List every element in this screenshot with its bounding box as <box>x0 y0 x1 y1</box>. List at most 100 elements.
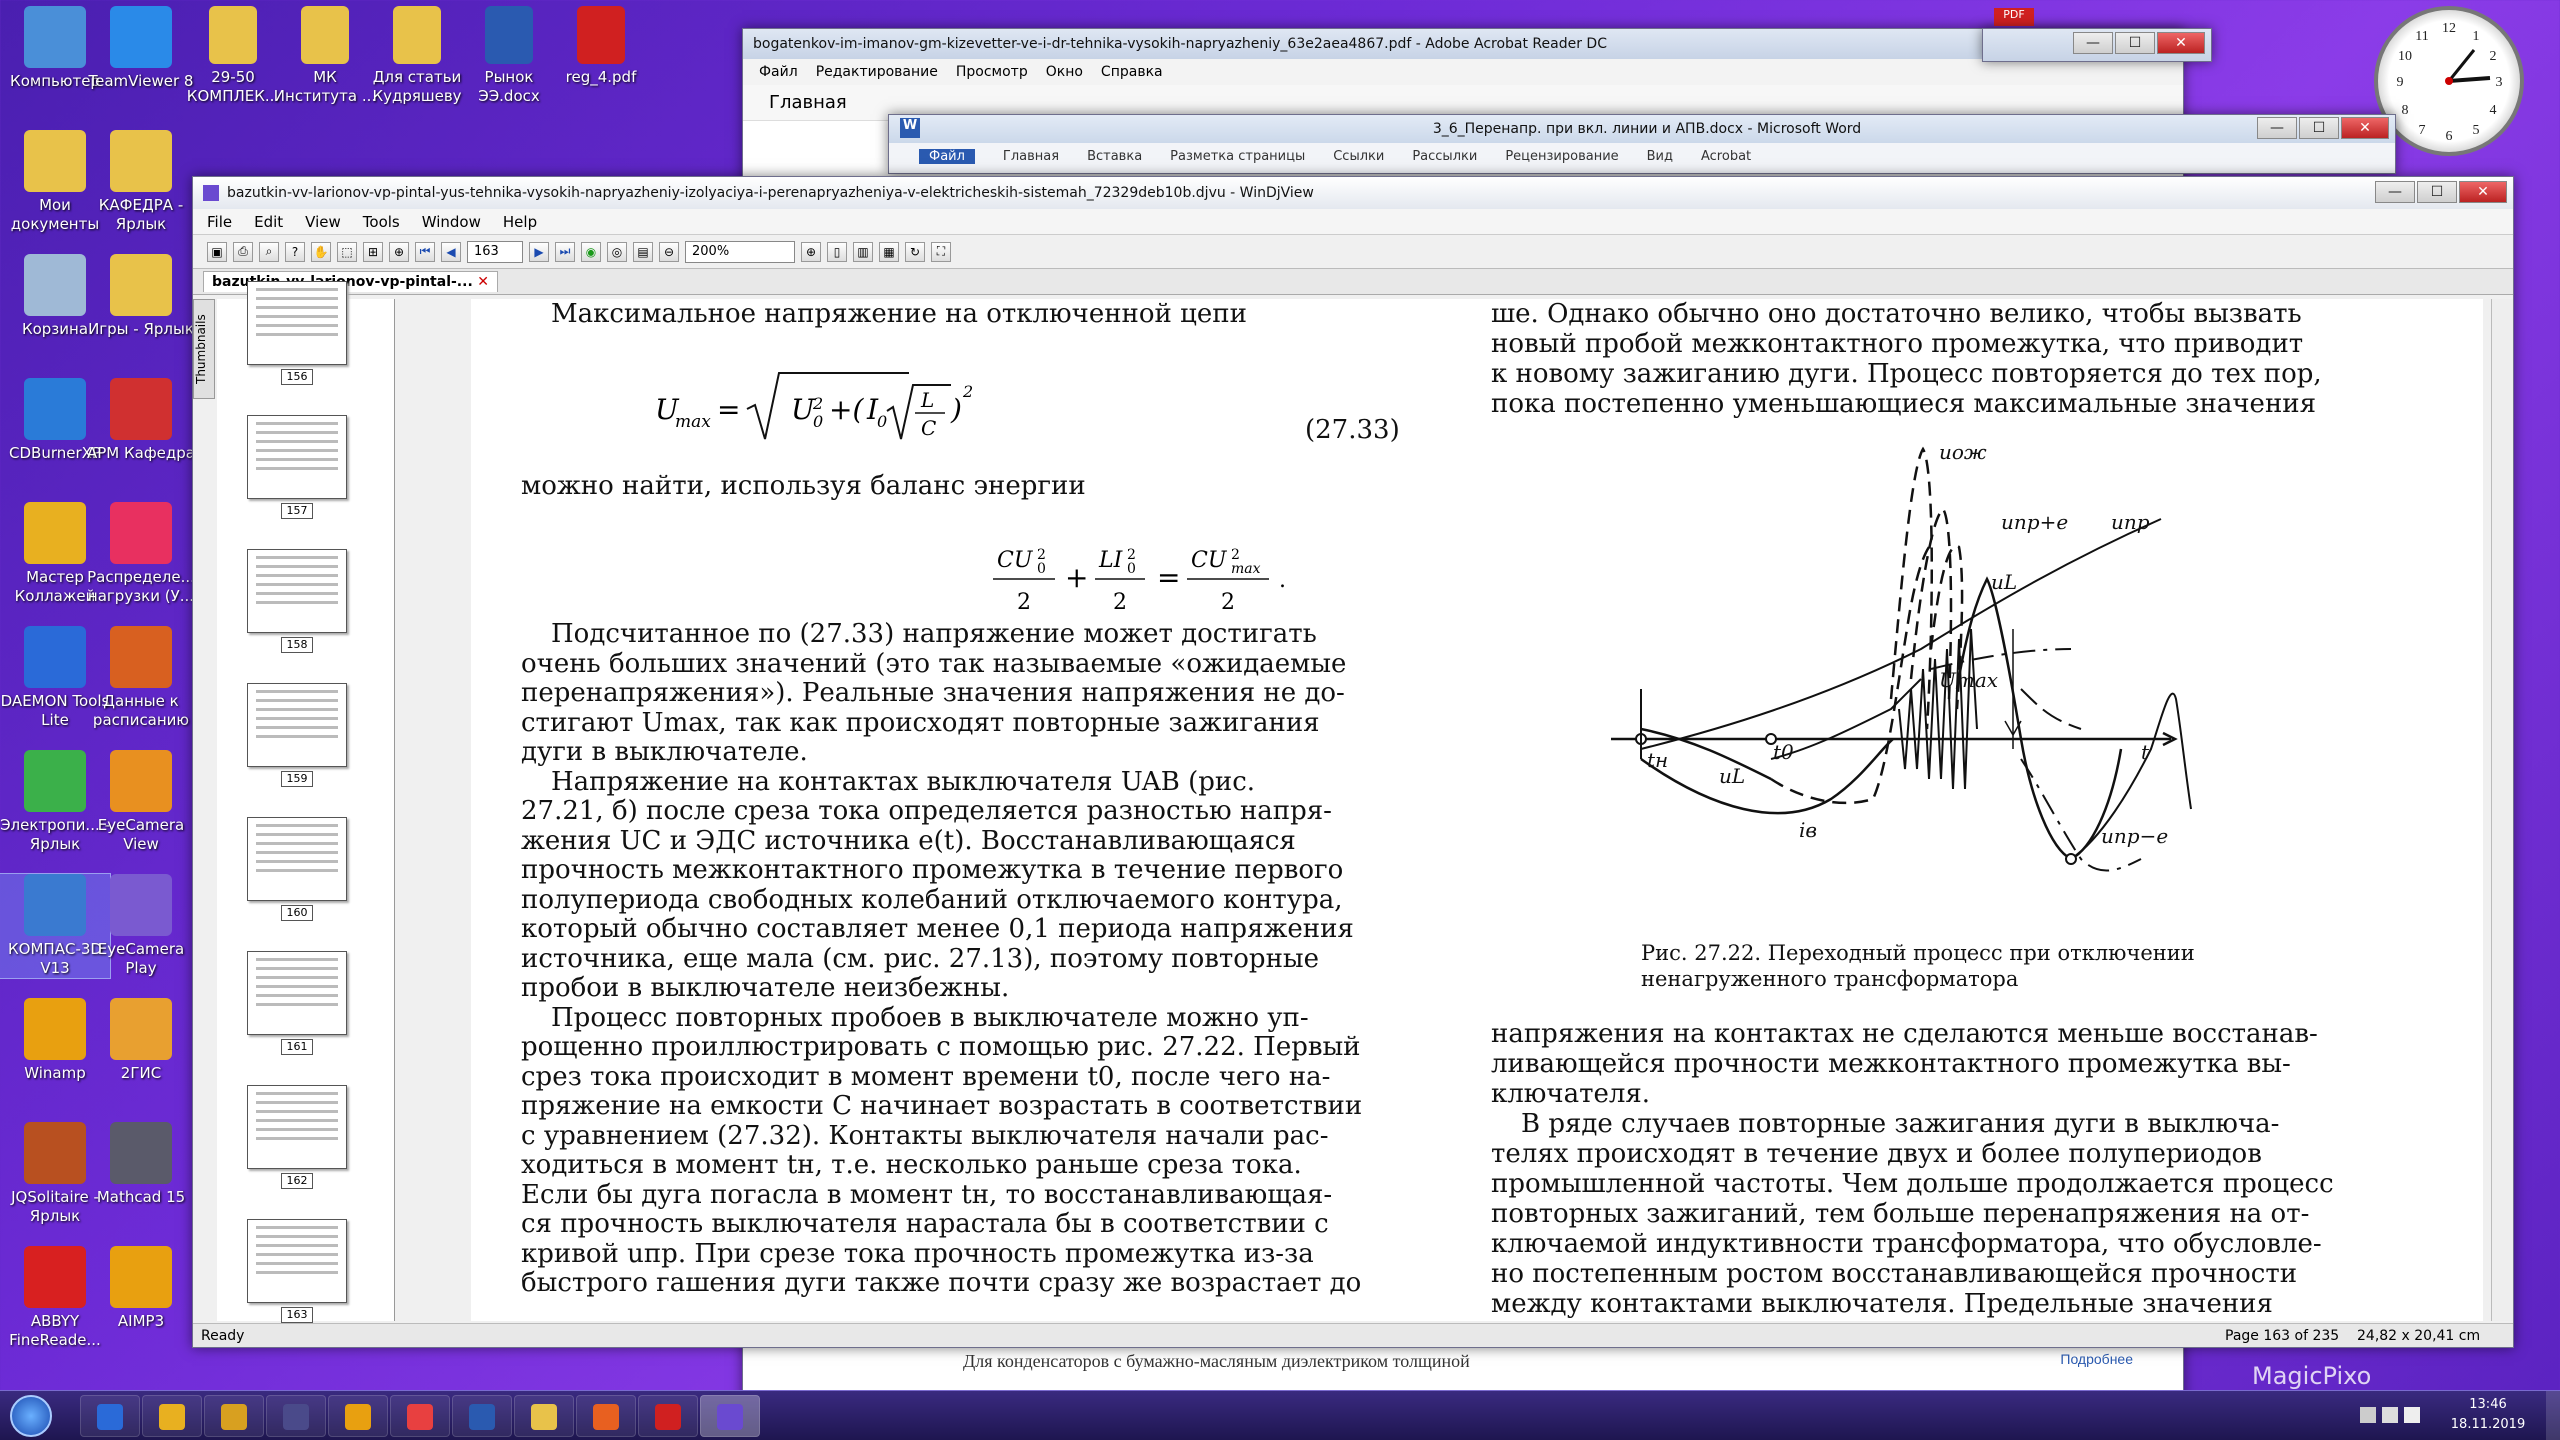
taskbar-button[interactable] <box>700 1395 760 1437</box>
vertical-scrollbar[interactable] <box>2491 299 2513 1321</box>
zoom-rect-icon[interactable]: ⊞ <box>363 241 383 262</box>
thumbnail-panel[interactable]: 156 157 158 159 160 161 162 163 <box>217 281 395 1323</box>
close-tab-icon[interactable]: ✕ <box>477 274 489 290</box>
word-window[interactable]: 3_6_Перенапр. при вкл. линии и АПВ.docx … <box>888 114 2396 174</box>
prev-page-icon[interactable]: ◀ <box>441 241 461 262</box>
taskbar-button[interactable] <box>390 1395 450 1437</box>
select-tool-icon[interactable]: ⬚ <box>337 241 357 262</box>
taskbar-button[interactable] <box>80 1395 140 1437</box>
desktop-icon[interactable]: КАФЕДРА - Ярлык <box>86 130 196 234</box>
back-icon[interactable]: ◉ <box>581 241 601 262</box>
page-thumbnail[interactable] <box>247 281 347 365</box>
sidebar-tab[interactable]: Thumbnails <box>193 299 215 399</box>
more-link[interactable]: Подробнее <box>2060 1351 2133 1372</box>
first-page-icon[interactable]: ⏮ <box>415 241 435 262</box>
continuous-icon[interactable]: ▥ <box>853 241 873 262</box>
word-ribbon-tab[interactable]: Файл <box>919 149 975 164</box>
desktop-icon[interactable]: AIMP3 <box>86 1246 196 1331</box>
volume-icon[interactable] <box>2404 1407 2420 1423</box>
acrobat-menu-item[interactable]: Справка <box>1101 64 1163 80</box>
word-ribbon-tab[interactable]: Вставка <box>1087 149 1142 164</box>
open-icon[interactable]: ▣ <box>207 241 227 262</box>
minimize-button[interactable]: — <box>2257 117 2297 139</box>
desktop-icon[interactable]: Распределе... нагрузки (У... <box>86 502 196 606</box>
fit-page-icon[interactable]: ▤ <box>633 241 653 262</box>
page-thumbnail[interactable] <box>247 1085 347 1169</box>
word-ribbon-tab[interactable]: Acrobat <box>1701 149 1751 164</box>
word-ribbon-tab[interactable]: Рассылки <box>1412 149 1477 164</box>
zoom-in-icon[interactable]: ⊕ <box>801 241 821 262</box>
zoom-select[interactable]: 200% <box>685 240 795 263</box>
page-thumbnail[interactable] <box>247 951 347 1035</box>
word-ribbon-tab[interactable]: Рецензирование <box>1505 149 1618 164</box>
zoom-icon[interactable]: ⊕ <box>389 241 409 262</box>
network-icon[interactable] <box>2382 1407 2398 1423</box>
djvu-menu-item[interactable]: Window <box>422 213 481 231</box>
start-button[interactable] <box>10 1395 52 1437</box>
acrobat-menu-item[interactable]: Окно <box>1046 64 1083 80</box>
maximize-button[interactable]: ☐ <box>2417 181 2457 203</box>
page-number-field[interactable]: 163 <box>467 240 523 263</box>
single-page-icon[interactable]: ▯ <box>827 241 847 262</box>
find-icon[interactable]: ⌕ <box>259 241 279 262</box>
taskbar-button[interactable] <box>452 1395 512 1437</box>
djvu-menu-item[interactable]: Edit <box>254 213 283 231</box>
show-desktop[interactable] <box>2546 1391 2560 1440</box>
tab-home[interactable]: Главная <box>769 92 847 113</box>
fullscreen-icon[interactable]: ⛶ <box>931 241 951 262</box>
close-button[interactable]: ✕ <box>2341 117 2389 139</box>
word-ribbon-tab[interactable]: Главная <box>1003 149 1059 164</box>
print-icon[interactable]: ⎙ <box>233 241 253 262</box>
djvu-menu-item[interactable]: File <box>207 213 232 231</box>
tray-clock[interactable]: 13:46 18.11.2019 <box>2448 1395 2528 1435</box>
acrobat-menu-item[interactable]: Файл <box>759 64 798 80</box>
taskbar-button[interactable] <box>576 1395 636 1437</box>
next-page-icon[interactable]: ▶ <box>529 241 549 262</box>
djvu-menu-item[interactable]: Help <box>503 213 537 231</box>
minimize-button[interactable]: — <box>2375 181 2415 203</box>
taskbar-button[interactable] <box>142 1395 202 1437</box>
minimize-button[interactable]: — <box>2073 32 2113 54</box>
desktop-icon[interactable]: 2ГИС <box>86 998 196 1083</box>
desktop-icon[interactable]: Игры - Ярлык <box>86 254 196 339</box>
desktop-icon[interactable]: Mathcad 15 <box>86 1122 196 1207</box>
desktop-icon[interactable]: Данные к расписанию <box>86 626 196 730</box>
close-button[interactable]: ✕ <box>2157 32 2205 54</box>
desktop-icon[interactable]: EyeCamera Play <box>86 874 196 978</box>
djvu-menu-item[interactable]: Tools <box>363 213 400 231</box>
app-icon <box>24 626 86 688</box>
maximize-button[interactable]: ☐ <box>2299 117 2339 139</box>
page-thumbnail[interactable] <box>247 1219 347 1303</box>
acrobat-menu-item[interactable]: Редактирование <box>816 64 938 80</box>
page-thumbnail[interactable] <box>247 415 347 499</box>
forward-icon[interactable]: ◎ <box>607 241 627 262</box>
page-thumbnail[interactable] <box>247 683 347 767</box>
maximize-button[interactable]: ☐ <box>2115 32 2155 54</box>
acrobat-menu-item[interactable]: Просмотр <box>956 64 1028 80</box>
flag-icon[interactable] <box>2360 1407 2376 1423</box>
zoom-out-icon[interactable]: ⊖ <box>659 241 679 262</box>
desktop-icon[interactable]: EyeCamera View <box>86 750 196 854</box>
last-page-icon[interactable]: ⏭ <box>555 241 575 262</box>
word-ribbon-tab[interactable]: Вид <box>1647 149 1673 164</box>
taskbar-button[interactable] <box>204 1395 264 1437</box>
help-icon[interactable]: ? <box>285 241 305 262</box>
desktop-icon[interactable]: reg_4.pdf <box>546 6 656 87</box>
taskbar-button[interactable] <box>514 1395 574 1437</box>
word-ribbon-tab[interactable]: Ссылки <box>1333 149 1384 164</box>
rotate-icon[interactable]: ↻ <box>905 241 925 262</box>
taskbar-button[interactable] <box>638 1395 698 1437</box>
hand-tool-icon[interactable]: ✋ <box>311 241 331 262</box>
page-thumbnail[interactable] <box>247 817 347 901</box>
close-button[interactable]: ✕ <box>2459 181 2507 203</box>
thumb-text-line <box>256 440 338 443</box>
windjview-window[interactable]: bazutkin-vv-larionov-vp-pintal-yus-tehni… <box>192 176 2514 1348</box>
facing-icon[interactable]: ▦ <box>879 241 899 262</box>
djvu-menu-item[interactable]: View <box>305 213 341 231</box>
desktop-icon[interactable]: АРМ Кафедра <box>86 378 196 463</box>
word-ribbon-tab[interactable]: Разметка страницы <box>1170 149 1305 164</box>
taskbar-button[interactable] <box>328 1395 388 1437</box>
clock-gadget[interactable]: 12 3 6 9 12 45 7 8 10 11 <box>2374 6 2524 156</box>
page-thumbnail[interactable] <box>247 549 347 633</box>
taskbar-button[interactable] <box>266 1395 326 1437</box>
